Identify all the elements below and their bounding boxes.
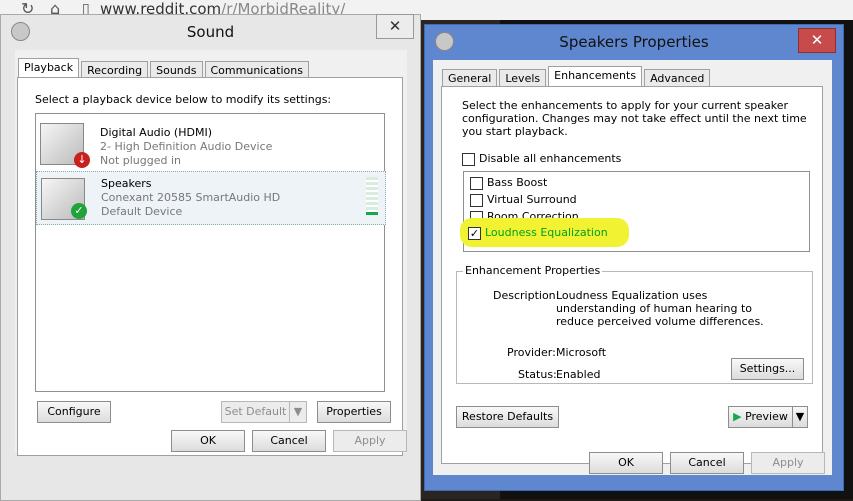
device-name: Digital Audio (HDMI) bbox=[100, 126, 212, 139]
checkbox-box: ✓ bbox=[468, 227, 481, 240]
ok-button[interactable]: OK bbox=[589, 452, 663, 474]
settings-button[interactable]: Settings... bbox=[731, 358, 804, 380]
speakers-tabs: General Levels Enhancements Advanced bbox=[442, 66, 711, 87]
ok-button[interactable]: OK bbox=[171, 430, 245, 452]
speakers-window-title: Speakers Properties bbox=[559, 33, 709, 51]
enhancement-instructions: Select the enhancements to apply for you… bbox=[462, 99, 807, 138]
sound-client: Playback Recording Sounds Communications… bbox=[15, 50, 407, 456]
device-driver: Conexant 20585 SmartAudio HD bbox=[101, 191, 281, 204]
speakers-client: General Levels Enhancements Advanced Sel… bbox=[433, 60, 832, 475]
playback-device-list: ↓ Digital Audio (HDMI) 2- High Definitio… bbox=[35, 113, 386, 392]
description-label: Description: bbox=[493, 289, 560, 302]
tab-enhancements[interactable]: Enhancements bbox=[548, 66, 643, 87]
tab-playback[interactable]: Playback bbox=[18, 58, 80, 79]
playback-panel: Select a playback device below to modify… bbox=[17, 77, 403, 456]
status-label: Status: bbox=[518, 368, 557, 381]
close-button[interactable]: ✕ bbox=[376, 14, 414, 39]
device-status: Default Device bbox=[101, 205, 183, 218]
cancel-button[interactable]: Cancel bbox=[252, 430, 326, 452]
device-speakers[interactable]: ✓ Speakers Conexant 20585 SmartAudio HD … bbox=[36, 171, 386, 225]
speakers-properties-window: Speakers Properties ✕ General Levels Enh… bbox=[424, 24, 844, 491]
status-value: Enabled bbox=[556, 368, 601, 381]
restore-defaults-button[interactable]: Restore Defaults bbox=[456, 406, 559, 428]
preview-dropdown-icon[interactable]: ▼ bbox=[792, 406, 808, 428]
play-icon: ▶ bbox=[733, 410, 742, 423]
configure-button[interactable]: Configure bbox=[37, 401, 111, 423]
description-text: Loudness Equalization uses understanding… bbox=[556, 289, 764, 328]
checkbox-box bbox=[462, 153, 475, 166]
provider-label: Provider: bbox=[507, 346, 556, 359]
set-default-button: Set Default bbox=[221, 401, 290, 423]
preview-button[interactable]: ▶ Preview bbox=[728, 406, 793, 428]
cancel-button[interactable]: Cancel bbox=[670, 452, 744, 474]
properties-button[interactable]: Properties bbox=[317, 401, 391, 423]
set-default-dropdown-icon: ▼ bbox=[289, 401, 307, 423]
sound-window-title: Sound bbox=[186, 23, 235, 41]
device-status: Not plugged in bbox=[100, 154, 182, 167]
properties-title: Enhancement Properties bbox=[463, 264, 603, 277]
checkbox-box bbox=[470, 194, 483, 207]
provider-value: Microsoft bbox=[556, 346, 607, 359]
tab-levels[interactable]: Levels bbox=[499, 69, 547, 87]
sound-window: Sound ✕ Playback Recording Sounds Commun… bbox=[0, 14, 421, 501]
tab-advanced[interactable]: Advanced bbox=[644, 69, 711, 87]
apply-button: Apply bbox=[751, 452, 825, 474]
close-button[interactable]: ✕ bbox=[798, 28, 836, 53]
unplugged-icon: ↓ bbox=[74, 152, 90, 168]
device-name: Speakers bbox=[101, 177, 152, 190]
checkbox-box bbox=[470, 177, 483, 190]
volume-meter bbox=[366, 177, 378, 215]
playback-instructions: Select a playback device below to modify… bbox=[35, 93, 332, 106]
device-driver: 2- High Definition Audio Device bbox=[100, 140, 273, 153]
apply-button: Apply bbox=[333, 430, 407, 452]
enhancement-properties-group: Enhancement Properties Description: Loud… bbox=[456, 264, 813, 384]
enhancements-panel: Select the enhancements to apply for you… bbox=[441, 86, 823, 464]
default-check-icon: ✓ bbox=[71, 203, 87, 219]
tab-general[interactable]: General bbox=[442, 69, 498, 87]
device-digital-audio[interactable]: ↓ Digital Audio (HDMI) 2- High Definitio… bbox=[36, 117, 384, 169]
